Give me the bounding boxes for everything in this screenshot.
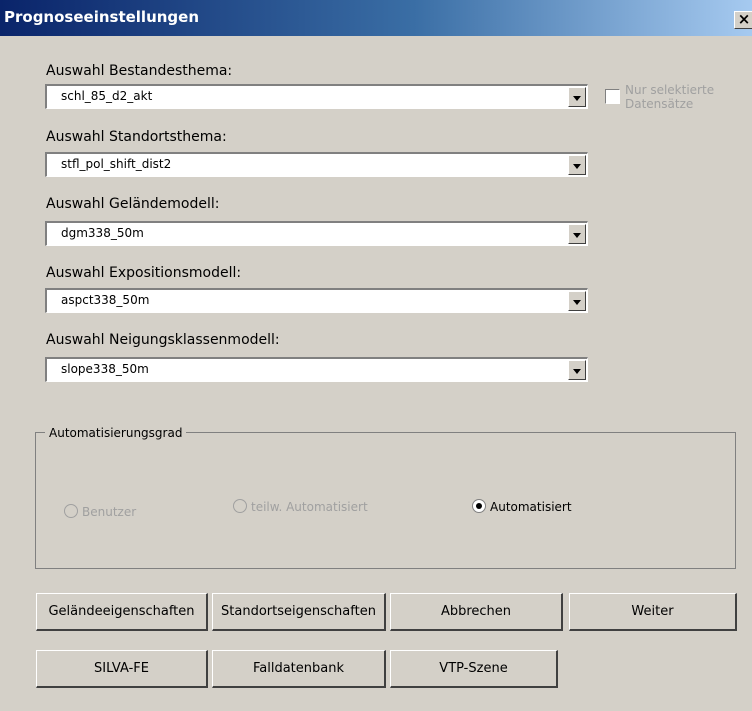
close-button[interactable]: × bbox=[734, 11, 752, 29]
nur-selektierte-label: Nur selektierte Datensätze bbox=[625, 83, 715, 111]
gelaendemodell-select[interactable]: dgm338_50m bbox=[45, 221, 588, 246]
silva-fe-button[interactable]: SILVA-FE bbox=[36, 650, 208, 688]
neigungsklassenmodell-value: slope338_50m bbox=[61, 362, 149, 376]
standortseigenschaften-button[interactable]: Standortseigenschaften bbox=[212, 593, 386, 631]
radio-automatisiert[interactable] bbox=[472, 499, 486, 513]
radio-teilw-automatisiert[interactable] bbox=[233, 499, 247, 513]
expositionsmodell-label: Auswahl Expositionsmodell: bbox=[46, 265, 242, 281]
chevron-down-icon[interactable] bbox=[568, 155, 586, 175]
radio-benutzer-label: Benutzer bbox=[82, 505, 137, 519]
gelaendemodell-label: Auswahl Geländemodell: bbox=[46, 196, 220, 212]
window-title: Prognoseeinstellungen bbox=[4, 8, 200, 26]
falldatenbank-button[interactable]: Falldatenbank bbox=[212, 650, 386, 688]
automatisierungsgrad-group bbox=[35, 432, 736, 569]
neigungsklassenmodell-label: Auswahl Neigungsklassenmodell: bbox=[46, 332, 280, 348]
standortsthema-value: stfl_pol_shift_dist2 bbox=[61, 157, 172, 171]
expositionsmodell-value: aspct338_50m bbox=[61, 293, 150, 307]
automatisierungsgrad-label: Automatisierungsgrad bbox=[45, 426, 187, 440]
gelaendemodell-value: dgm338_50m bbox=[61, 226, 144, 240]
chevron-down-icon[interactable] bbox=[568, 224, 586, 244]
expositionsmodell-select[interactable]: aspct338_50m bbox=[45, 288, 588, 313]
chevron-down-icon[interactable] bbox=[568, 360, 586, 380]
abbrechen-button[interactable]: Abbrechen bbox=[390, 593, 563, 631]
nur-selektierte-checkbox[interactable] bbox=[605, 89, 620, 104]
dialog-window: Prognoseeinstellungen × Auswahl Bestande… bbox=[0, 0, 752, 711]
bestandesthema-select[interactable]: schl_85_d2_akt bbox=[45, 84, 588, 109]
radio-automatisiert-label: Automatisiert bbox=[490, 500, 572, 514]
gelaendeeigenschaften-button[interactable]: Geländeeigenschaften bbox=[36, 593, 208, 631]
bestandesthema-value: schl_85_d2_akt bbox=[61, 89, 153, 103]
neigungsklassenmodell-select[interactable]: slope338_50m bbox=[45, 357, 588, 382]
chevron-down-icon[interactable] bbox=[568, 291, 586, 311]
radio-teilw-automatisiert-label: teilw. Automatisiert bbox=[251, 500, 368, 514]
radio-selected-dot bbox=[476, 503, 482, 509]
standortsthema-select[interactable]: stfl_pol_shift_dist2 bbox=[45, 152, 588, 177]
chevron-down-icon[interactable] bbox=[568, 87, 586, 107]
title-bar[interactable]: Prognoseeinstellungen × bbox=[0, 0, 752, 36]
vtp-szene-button[interactable]: VTP-Szene bbox=[390, 650, 558, 688]
standortsthema-label: Auswahl Standortsthema: bbox=[46, 129, 227, 145]
bestandesthema-label: Auswahl Bestandesthema: bbox=[46, 63, 233, 79]
weiter-button[interactable]: Weiter bbox=[569, 593, 737, 631]
radio-benutzer[interactable] bbox=[64, 504, 78, 518]
